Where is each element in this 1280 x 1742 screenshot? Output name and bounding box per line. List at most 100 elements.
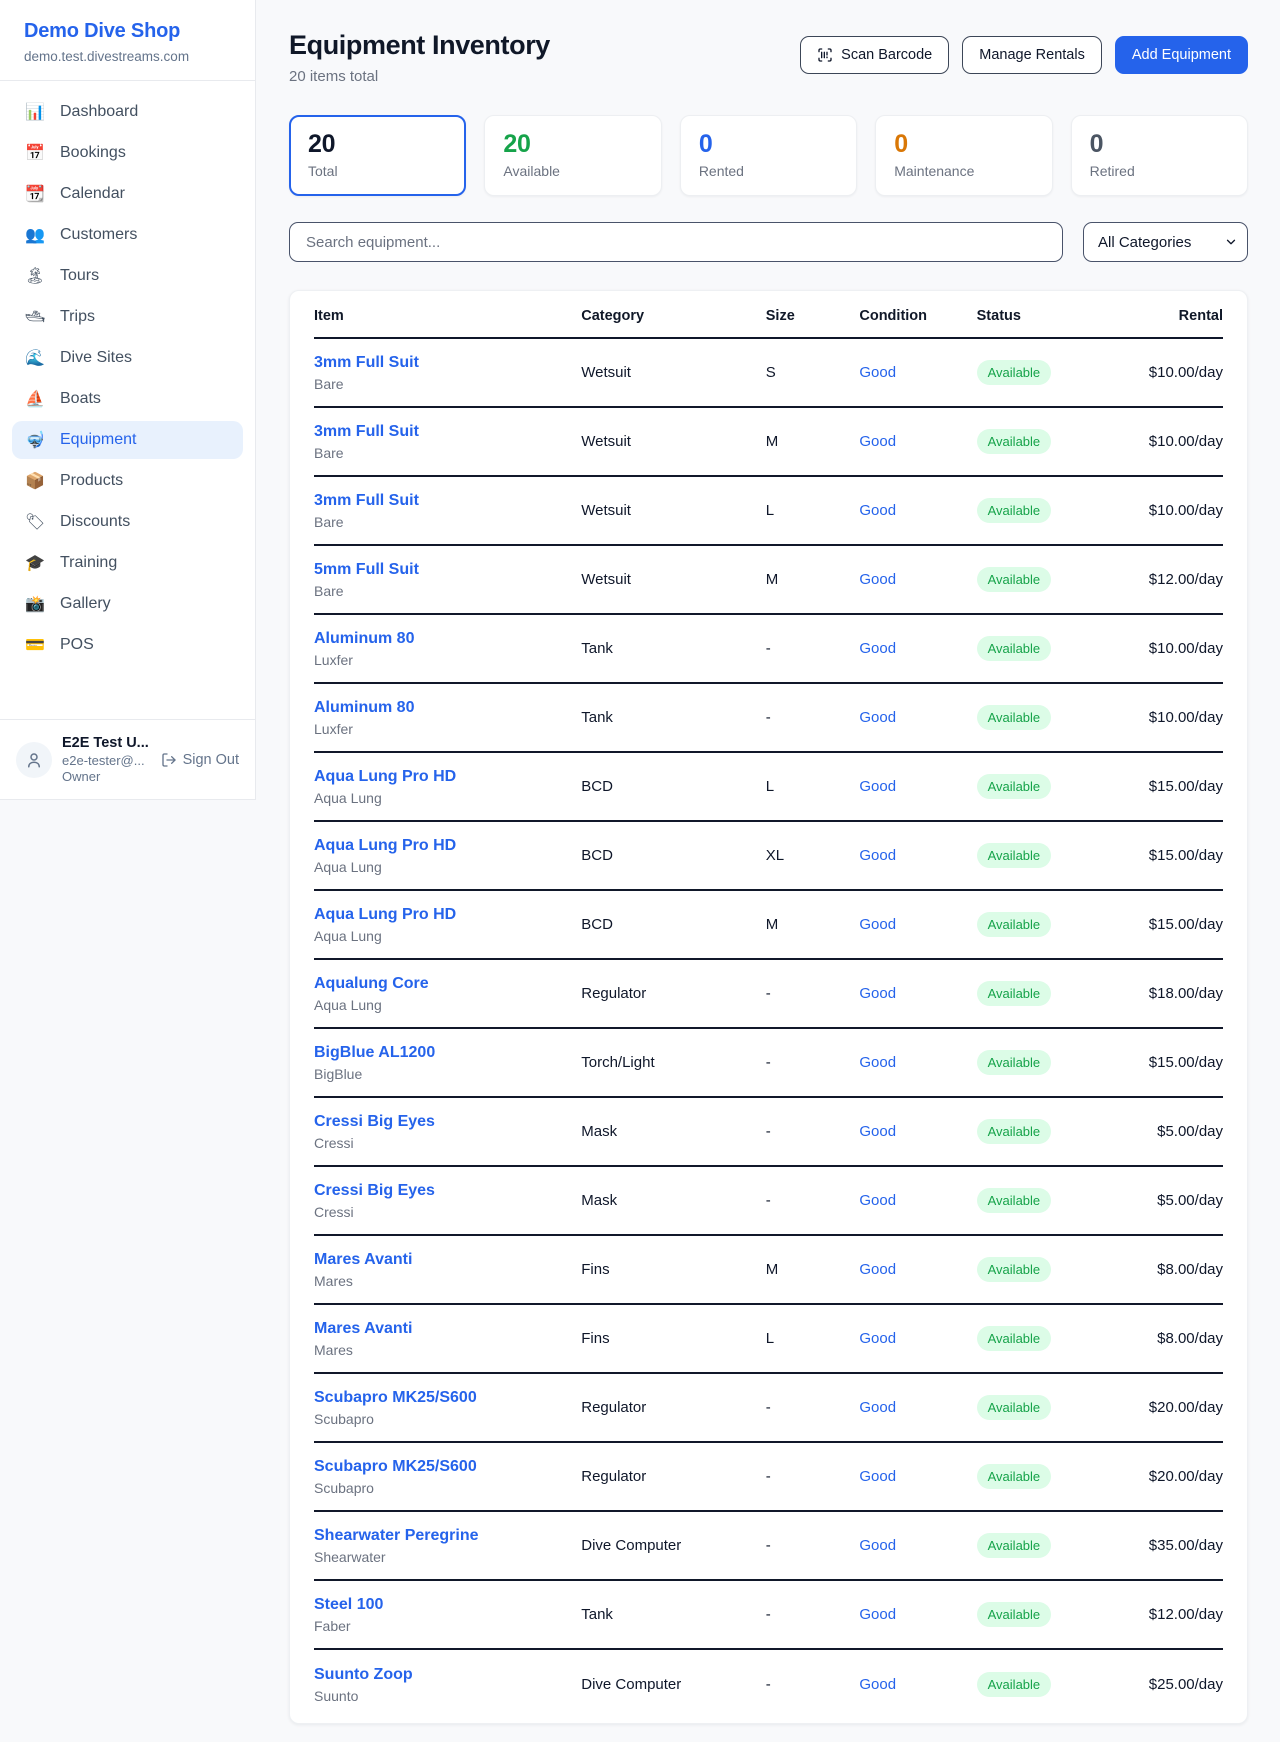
item-name-link[interactable]: 3mm Full Suit [314,423,581,441]
calendar-date-icon: 📅 [24,143,46,163]
item-condition-link[interactable]: Good [859,1606,896,1623]
search-input[interactable] [289,222,1063,262]
item-condition-link[interactable]: Good [859,571,896,588]
sidebar-item-customers[interactable]: 👥 Customers [12,216,243,254]
item-condition-link[interactable]: Good [859,985,896,1002]
sidebar-item-bookings[interactable]: 📅 Bookings [12,134,243,172]
item-name-link[interactable]: 5mm Full Suit [314,561,581,579]
user-role: Owner [62,769,149,785]
category-select[interactable]: All Categories [1083,222,1248,262]
item-condition-link[interactable]: Good [859,433,896,450]
item-rental-price: $20.00/day [1149,1468,1223,1485]
table-row: Steel 100 Faber Tank - Good Available $1… [314,1581,1223,1650]
status-badge: Available [977,1672,1052,1697]
sidebar-item-pos[interactable]: 💳 POS [12,626,243,664]
item-condition-link[interactable]: Good [859,1054,896,1071]
item-condition-link[interactable]: Good [859,502,896,519]
add-equipment-button[interactable]: Add Equipment [1115,36,1248,74]
avatar [16,742,52,778]
stat-card-rented[interactable]: 0 Rented [680,115,857,196]
item-condition-link[interactable]: Good [859,916,896,933]
sign-out-button[interactable]: Sign Out [161,752,239,768]
item-condition-link[interactable]: Good [859,1468,896,1485]
item-category: Dive Computer [581,1537,766,1554]
page-header: Equipment Inventory 20 items total Scan … [289,30,1248,85]
item-name-link[interactable]: Shearwater Peregrine [314,1527,581,1545]
diving-mask-icon: 🤿 [24,430,46,450]
status-badge: Available [977,1257,1052,1282]
manage-rentals-button[interactable]: Manage Rentals [962,36,1102,74]
people-icon: 👥 [24,225,46,245]
item-rental-price: $18.00/day [1149,985,1223,1002]
sidebar-item-tours[interactable]: 🏝 Tours [12,257,243,295]
item-condition-link[interactable]: Good [859,1399,896,1416]
item-name-link[interactable]: Aqua Lung Pro HD [314,837,581,855]
sidebar-nav: 📊 Dashboard 📅 Bookings 📆 Calendar 👥 Cust… [0,81,255,719]
item-brand: Mares [314,1273,581,1289]
status-badge: Available [977,843,1052,868]
sidebar-item-discounts[interactable]: 🏷 Discounts [12,503,243,541]
status-badge: Available [977,567,1052,592]
sidebar-item-boats[interactable]: ⛵ Boats [12,380,243,418]
item-name-link[interactable]: 3mm Full Suit [314,492,581,510]
item-category: Fins [581,1261,766,1278]
sidebar-item-trips[interactable]: 🛥 Trips [12,298,243,336]
item-name-link[interactable]: Aqua Lung Pro HD [314,768,581,786]
item-category: Tank [581,709,766,726]
item-size: - [766,1399,860,1416]
item-condition-link[interactable]: Good [859,1123,896,1140]
item-condition-link[interactable]: Good [859,778,896,795]
item-condition-link[interactable]: Good [859,847,896,864]
sidebar-item-training[interactable]: 🎓 Training [12,544,243,582]
item-name-link[interactable]: Cressi Big Eyes [314,1113,581,1131]
sidebar-item-products[interactable]: 📦 Products [12,462,243,500]
sidebar-item-calendar[interactable]: 📆 Calendar [12,175,243,213]
table-row: Aqualung Core Aqua Lung Regulator - Good… [314,960,1223,1029]
sidebar-item-equipment[interactable]: 🤿 Equipment [12,421,243,459]
item-brand: Aqua Lung [314,928,581,944]
stat-label: Maintenance [894,163,1033,179]
item-rental-price: $5.00/day [1157,1123,1223,1140]
item-name-link[interactable]: 3mm Full Suit [314,354,581,372]
sidebar-item-label: Boats [60,390,101,408]
page-title-block: Equipment Inventory 20 items total [289,30,550,85]
item-condition-link[interactable]: Good [859,1537,896,1554]
item-name-link[interactable]: Aqualung Core [314,975,581,993]
item-name-link[interactable]: Aqua Lung Pro HD [314,906,581,924]
table-row: Cressi Big Eyes Cressi Mask - Good Avail… [314,1167,1223,1236]
sidebar-item-label: Trips [60,308,95,326]
stat-card-retired[interactable]: 0 Retired [1071,115,1248,196]
sidebar-item-gallery[interactable]: 📸 Gallery [12,585,243,623]
item-name-link[interactable]: Cressi Big Eyes [314,1182,581,1200]
log-out-icon [161,752,177,768]
item-condition-link[interactable]: Good [859,1676,896,1693]
sidebar-item-dashboard[interactable]: 📊 Dashboard [12,93,243,131]
item-name-link[interactable]: Scubapro MK25/S600 [314,1389,581,1407]
item-size: - [766,1537,860,1554]
item-condition-link[interactable]: Good [859,1261,896,1278]
sidebar-item-dive-sites[interactable]: 🌊 Dive Sites [12,339,243,377]
item-condition-link[interactable]: Good [859,1330,896,1347]
item-name-link[interactable]: BigBlue AL1200 [314,1044,581,1062]
stat-card-maintenance[interactable]: 0 Maintenance [875,115,1052,196]
brand-logo[interactable]: Demo Dive Shop [24,20,231,43]
item-name-link[interactable]: Aluminum 80 [314,630,581,648]
item-name-link[interactable]: Mares Avanti [314,1251,581,1269]
item-name-link[interactable]: Steel 100 [314,1596,581,1614]
item-condition-link[interactable]: Good [859,1192,896,1209]
stat-card-available[interactable]: 20 Available [484,115,661,196]
item-name-link[interactable]: Scubapro MK25/S600 [314,1458,581,1476]
item-name-link[interactable]: Suunto Zoop [314,1666,581,1684]
item-name-link[interactable]: Aluminum 80 [314,699,581,717]
scan-barcode-button[interactable]: Scan Barcode [800,36,949,74]
camera-flash-icon: 📸 [24,594,46,614]
item-category: Wetsuit [581,571,766,588]
item-condition-link[interactable]: Good [859,709,896,726]
item-condition-link[interactable]: Good [859,640,896,657]
stat-value: 0 [1090,130,1229,159]
item-size: XL [766,847,860,864]
item-brand: Aqua Lung [314,997,581,1013]
item-name-link[interactable]: Mares Avanti [314,1320,581,1338]
stat-card-total[interactable]: 20 Total [289,115,466,196]
item-condition-link[interactable]: Good [859,364,896,381]
